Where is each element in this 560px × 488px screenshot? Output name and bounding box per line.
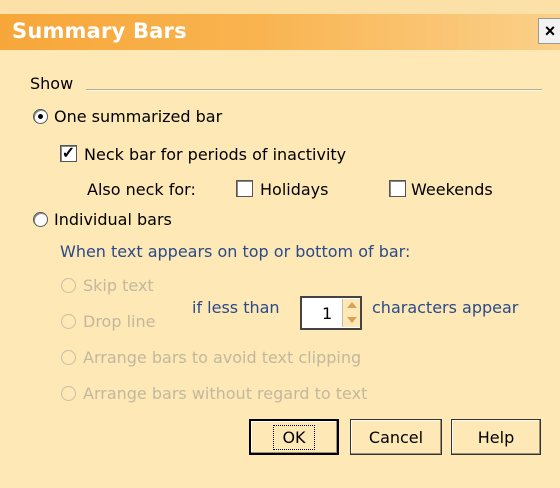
weekends-checkbox[interactable] xyxy=(389,180,406,197)
holidays-checkbox[interactable] xyxy=(236,180,253,197)
characters-spinner[interactable]: 1 xyxy=(300,296,362,330)
one-summarized-radio[interactable] xyxy=(33,109,48,124)
summary-bars-dialog: Summary Bars × Show One summarized bar ✓… xyxy=(0,0,560,488)
title-bar[interactable]: Summary Bars × xyxy=(0,14,560,50)
checkmark-icon: ✓ xyxy=(61,145,76,162)
help-button-label: Help xyxy=(477,427,515,447)
close-icon: × xyxy=(544,20,556,41)
skip-text-radio[interactable] xyxy=(61,278,76,293)
neck-bar-checkbox[interactable]: ✓ xyxy=(60,145,77,162)
characters-value[interactable]: 1 xyxy=(322,304,332,323)
holidays-label[interactable]: Holidays xyxy=(260,180,328,199)
help-button[interactable]: Help xyxy=(451,419,541,455)
spinner-buttons[interactable] xyxy=(342,299,360,327)
if-less-than-label: if less than xyxy=(192,298,280,317)
cancel-button[interactable]: Cancel xyxy=(350,419,442,455)
individual-bars-radio[interactable] xyxy=(33,212,48,227)
cancel-button-label: Cancel xyxy=(368,427,424,447)
neck-bar-label[interactable]: Neck bar for periods of inactivity xyxy=(84,145,346,164)
one-summarized-label[interactable]: One summarized bar xyxy=(54,107,222,126)
individual-bars-label[interactable]: Individual bars xyxy=(54,210,172,229)
spin-down-icon[interactable] xyxy=(347,317,357,323)
text-position-label: When text appears on top or bottom of ba… xyxy=(60,242,411,261)
window-title: Summary Bars xyxy=(12,19,187,43)
window-top-edge xyxy=(0,0,560,14)
avoid-clipping-radio[interactable] xyxy=(61,350,76,365)
drop-line-radio[interactable] xyxy=(61,314,76,329)
avoid-clipping-label[interactable]: Arrange bars to avoid text clipping xyxy=(83,348,361,367)
also-neck-label: Also neck for: xyxy=(87,180,196,199)
without-regard-radio[interactable] xyxy=(61,386,76,401)
weekends-label[interactable]: Weekends xyxy=(411,180,493,199)
radio-selected-dot xyxy=(38,114,43,119)
drop-line-label[interactable]: Drop line xyxy=(83,312,155,331)
close-button[interactable]: × xyxy=(538,18,560,44)
characters-appear-label: characters appear xyxy=(372,298,519,317)
ok-button-label: OK xyxy=(273,424,315,450)
group-divider xyxy=(86,89,542,91)
skip-text-label[interactable]: Skip text xyxy=(83,276,154,295)
without-regard-label[interactable]: Arrange bars without regard to text xyxy=(83,384,367,403)
ok-button[interactable]: OK xyxy=(249,419,339,455)
spin-up-icon[interactable] xyxy=(347,302,357,308)
show-group-label: Show xyxy=(30,74,74,93)
